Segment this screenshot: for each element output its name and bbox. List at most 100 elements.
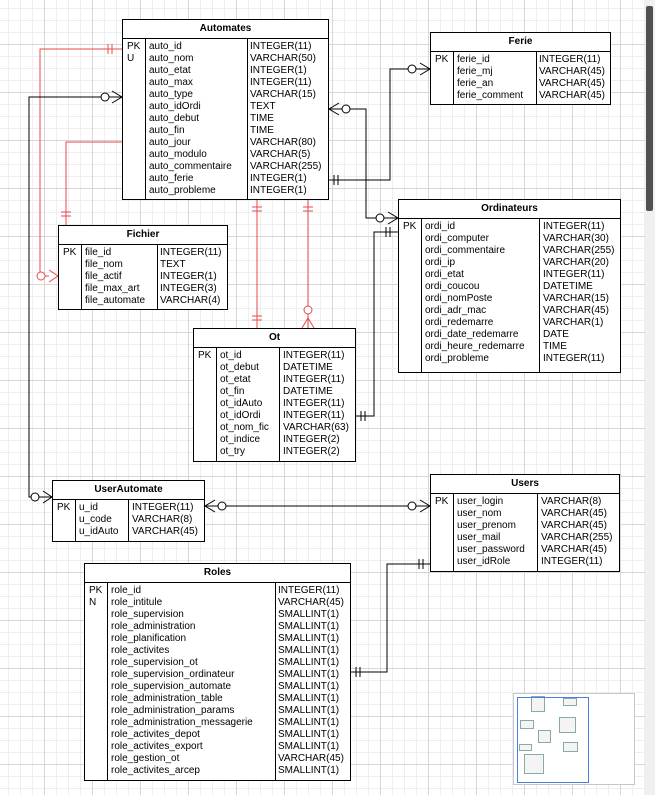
field-key: [89, 717, 102, 729]
field-type: INTEGER(1): [160, 271, 217, 282]
entity-roles[interactable]: Roles PK N role_id role_intitule role_super…: [84, 563, 351, 781]
field-name: role_intitule: [111, 597, 163, 608]
type-column: INTEGER(11) VARCHAR(45) VARCHAR(45) VARCHAR…: [539, 54, 605, 102]
field-key: [403, 257, 416, 269]
field-key: PK: [57, 502, 71, 513]
field-type: INTEGER(11): [283, 410, 345, 421]
field-name: ordi_id: [425, 221, 456, 232]
entity-fichier[interactable]: Fichier PK file_id file_nom file_actif file…: [58, 225, 228, 310]
field-name: ferie_an: [457, 78, 494, 89]
entity-automates[interactable]: Automates PK U auto_id auto_nom auto_etat au…: [122, 19, 329, 200]
field-type: INTEGER(2): [283, 446, 340, 457]
field-type: DATETIME: [283, 362, 333, 373]
field-name: role_activites_depot: [111, 729, 200, 740]
entity-title: Ferie: [431, 33, 610, 52]
field-key: [89, 609, 102, 621]
field-key: [435, 532, 448, 544]
field-key: [89, 693, 102, 705]
field-name: auto_jour: [149, 137, 191, 148]
field-type: VARCHAR(45): [541, 544, 607, 555]
field-name: auto_type: [149, 89, 193, 100]
field-type: VARCHAR(45): [132, 526, 198, 537]
type-column: INTEGER(11) VARCHAR(8) VARCHAR(45): [132, 502, 198, 538]
outline-minimap[interactable]: [513, 693, 635, 785]
field-type: VARCHAR(15): [543, 293, 609, 304]
field-type: INTEGER(11): [541, 556, 603, 567]
field-name: file_max_art: [85, 283, 140, 294]
key-column: PK: [435, 54, 448, 102]
field-key: [89, 657, 102, 669]
type-column: INTEGER(11) VARCHAR(45) SMALLINT(1) SMALLIN…: [278, 585, 344, 777]
field-type: TIME: [250, 125, 274, 136]
field-key: [127, 89, 140, 101]
field-type: INTEGER(1): [250, 185, 307, 196]
field-key: [127, 197, 140, 209]
field-type: INTEGER(3): [160, 283, 217, 294]
field-type: SMALLINT(1): [278, 609, 340, 620]
field-type: VARCHAR(45): [539, 90, 605, 101]
field-name: role_activites_export: [111, 741, 203, 752]
field-type: INTEGER(11): [250, 41, 312, 52]
field-name: user_nom: [457, 508, 502, 519]
field-type: INTEGER(11): [132, 502, 194, 513]
field-name: role_activites: [111, 645, 170, 656]
field-type: TEXT: [160, 259, 186, 270]
field-type: DATE: [543, 329, 569, 340]
field-key: [403, 293, 416, 305]
key-column: PK N: [89, 585, 102, 777]
field-key: [198, 410, 211, 422]
field-key: [127, 101, 140, 113]
field-type: TIME: [250, 113, 274, 124]
field-type: SMALLINT(1): [278, 621, 340, 632]
field-type: INTEGER(11): [539, 54, 601, 65]
field-name: ot_id: [220, 350, 242, 361]
key-column: PK: [57, 502, 70, 538]
field-key: PK: [63, 247, 77, 258]
field-type: TIME: [543, 341, 567, 352]
entity-ordinateurs[interactable]: Ordinateurs PK ordi_id ordi_computer ordi_…: [398, 199, 621, 373]
field-name: ot_etat: [220, 374, 251, 385]
field-name: role_administration_params: [111, 705, 235, 716]
entity-ferie[interactable]: Ferie PK ferie_id ferie_mj ferie_an ferie_c…: [430, 32, 611, 105]
entity-ot[interactable]: Ot PK ot_id ot_debut ot_etat ot_fin ot_idAut…: [193, 328, 356, 462]
field-name: ferie_mj: [457, 66, 493, 77]
field-key: PK: [435, 496, 449, 507]
field-name: auto_max: [149, 77, 193, 88]
name-column: ordi_id ordi_computer ordi_commentaire ordi…: [425, 221, 525, 365]
field-name: ot_nom_fic: [220, 422, 269, 433]
entity-users[interactable]: Users PK user_login user_nom user_prenom us…: [430, 474, 620, 572]
field-name: ferie_comment: [457, 90, 524, 101]
field-name: ordi_heure_redemarre: [425, 341, 525, 352]
field-key: [89, 753, 102, 765]
entity-title: Ot: [194, 329, 355, 348]
field-name: ordi_coucou: [425, 281, 480, 292]
entity-title: Roles: [85, 564, 350, 583]
key-column: PK: [403, 221, 416, 365]
field-key: [403, 245, 416, 257]
entity-userautomate[interactable]: UserAutomate PK u_id u_code u_idAuto INTEG…: [52, 480, 205, 542]
rel-automates-ordinateurs: [329, 108, 398, 219]
field-key: [127, 173, 140, 185]
field-type: VARCHAR(45): [541, 508, 607, 519]
field-key: [403, 281, 416, 293]
field-type: VARCHAR(50): [250, 53, 316, 64]
field-type: VARCHAR(63): [283, 422, 349, 433]
name-column: ferie_id ferie_mj ferie_an ferie_comment: [457, 54, 523, 102]
field-key: [63, 271, 76, 283]
field-key: [403, 317, 416, 329]
scrollbar-thumb[interactable]: [646, 6, 653, 211]
field-key: [127, 65, 140, 77]
field-key: [89, 705, 102, 717]
field-type: SMALLINT(1): [278, 717, 340, 728]
field-key: [127, 113, 140, 125]
field-name: auto_debut: [149, 113, 200, 124]
field-key: [63, 259, 76, 271]
field-name: role_administration_messagerie: [111, 717, 253, 728]
type-column: INTEGER(11) TEXT INTEGER(1) INTEGER(3) VARCH…: [160, 247, 222, 307]
field-type: INTEGER(11): [160, 247, 222, 258]
field-name: auto_commentaire: [149, 161, 232, 172]
field-type: INTEGER(11): [543, 269, 605, 280]
minimap-viewport[interactable]: [517, 697, 589, 783]
field-key: [198, 374, 211, 386]
entity-title: Fichier: [59, 226, 227, 245]
